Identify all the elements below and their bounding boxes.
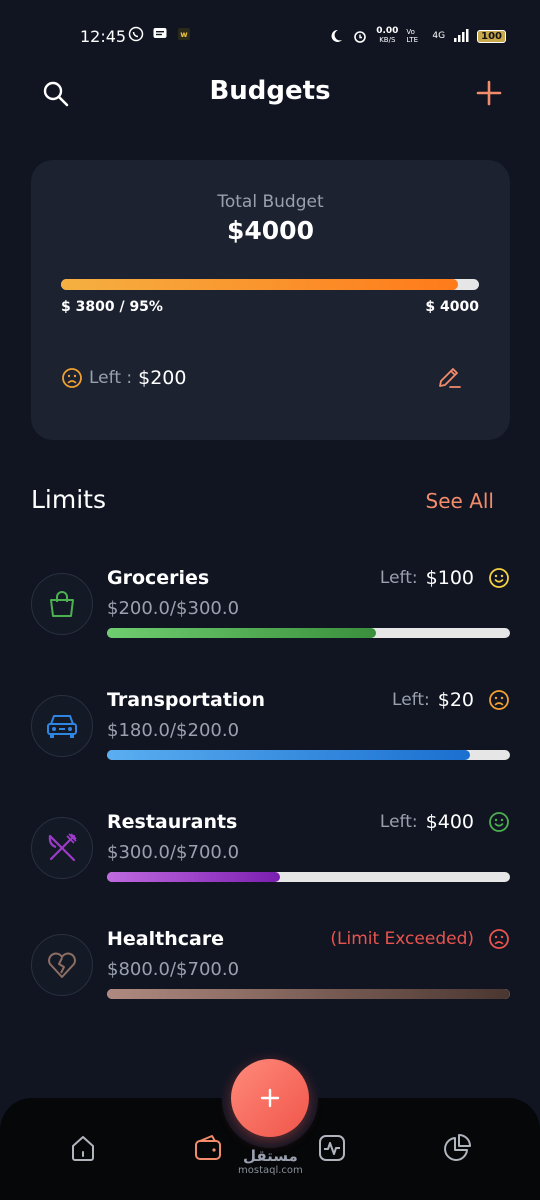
broken-heart-icon (48, 952, 76, 978)
watermark-arabic: مستقل (242, 1147, 298, 1165)
total-budget-amount: $4000 (227, 216, 314, 245)
limit-name: Healthcare (107, 928, 225, 950)
limit-progress (107, 989, 510, 999)
limit-amount: $180.0/$200.0 (107, 720, 240, 741)
moon-icon (331, 29, 343, 42)
limit-name: Restaurants (107, 811, 238, 833)
limit-left-value: $400 (425, 811, 474, 833)
limit-left-label: Left: (392, 690, 430, 710)
limit-progress (107, 628, 510, 638)
limit-status: Left: $400 (380, 811, 510, 833)
limit-left-value: $100 (425, 567, 474, 589)
limit-icon-circle (31, 695, 93, 757)
limit-status: Left: $20 (392, 689, 510, 711)
fork-knife-icon (48, 833, 77, 862)
limit-row-healthcare[interactable]: Healthcare $800.0/$700.0 (Limit Exceeded… (31, 928, 510, 1014)
limit-exceeded-label: (Limit Exceeded) (330, 929, 474, 949)
message-icon (153, 28, 167, 38)
page-title: Budgets (209, 76, 331, 106)
watermark-url: mostaql.com (238, 1165, 303, 1176)
budget-left-value: $200 (138, 367, 187, 389)
budget-max-text: $ 4000 (425, 299, 479, 315)
total-budget-progress (61, 279, 479, 290)
pie-chart-icon[interactable] (441, 1132, 473, 1164)
limits-section-title: Limits (31, 485, 106, 514)
status-bar: 12:45 w 0.00 KB/S Vo LTE 4G 100 (0, 0, 540, 70)
limit-amount: $300.0/$700.0 (107, 842, 240, 863)
status-system-icons: 0.00 KB/S Vo LTE 4G 100 (328, 27, 506, 45)
budget-spent-text: $ 3800 / 95% (61, 299, 163, 315)
battery-indicator: 100 (477, 29, 506, 43)
status-time: 12:45 (80, 27, 127, 46)
limit-status: Left: $100 (380, 567, 510, 589)
network-speed: 0.00 KB/S (376, 26, 399, 45)
wallet-icon[interactable] (192, 1132, 224, 1164)
sad-face-icon (62, 368, 82, 388)
add-transaction-fab[interactable] (231, 1059, 309, 1137)
watermark: مستقل mostaql.com (238, 1147, 303, 1176)
car-icon (47, 715, 77, 738)
budget-left: Left : $200 (61, 367, 186, 389)
limit-left-label: Left: (379, 812, 418, 832)
add-budget-button[interactable] (476, 80, 502, 106)
home-icon[interactable] (67, 1132, 99, 1164)
limit-left-value: $20 (437, 689, 474, 711)
sad-face-icon (489, 929, 509, 949)
limit-progress-fill (107, 872, 280, 882)
limit-icon-circle (31, 573, 93, 635)
limit-amount: $200.0/$300.0 (107, 598, 240, 619)
alarm-icon (354, 31, 367, 43)
total-budget-label: Total Budget (217, 192, 324, 212)
limit-icon-circle (31, 817, 93, 879)
limit-name: Transportation (107, 689, 266, 711)
activity-icon[interactable] (316, 1132, 348, 1164)
total-budget-card: Total Budget $4000 $ 3800 / 95% $ 4000 L… (31, 160, 510, 440)
limit-progress-fill (107, 628, 376, 638)
signal-label: 4G (432, 31, 446, 41)
budget-left-label: Left : (89, 368, 133, 388)
svg-text:w: w (180, 30, 188, 39)
whatsapp-icon (128, 26, 144, 42)
limit-row-transportation[interactable]: Transportation $180.0/$200.0 Left: $20 (31, 689, 510, 775)
limit-row-restaurants[interactable]: Restaurants $300.0/$700.0 Left: $400 (31, 811, 510, 897)
happy-face-icon (489, 568, 509, 588)
limit-row-groceries[interactable]: Groceries $200.0/$300.0 Left: $100 (31, 567, 510, 653)
limit-left-label: Left: (379, 568, 418, 588)
signal-icon (454, 29, 469, 42)
limit-progress-fill (107, 750, 470, 760)
happy-face-icon (489, 812, 509, 832)
status-notification-icons: w (128, 26, 192, 42)
limit-status: (Limit Exceeded) (330, 928, 510, 950)
limit-name: Groceries (107, 567, 210, 589)
edit-budget-button[interactable] (436, 364, 462, 390)
app-badge-icon: w (178, 28, 190, 40)
app-header: Budgets (0, 70, 540, 116)
limit-amount: $800.0/$700.0 (107, 959, 240, 980)
shopping-bag-icon (50, 591, 74, 617)
limit-progress (107, 872, 510, 882)
limit-icon-circle (31, 934, 93, 996)
plus-icon (260, 1088, 280, 1108)
see-all-link[interactable]: See All (426, 489, 494, 513)
total-budget-progress-fill (61, 279, 459, 290)
limit-progress (107, 750, 510, 760)
sad-face-icon (489, 690, 509, 710)
limit-progress-fill (107, 989, 510, 999)
volte-indicator: Vo LTE (406, 28, 419, 44)
